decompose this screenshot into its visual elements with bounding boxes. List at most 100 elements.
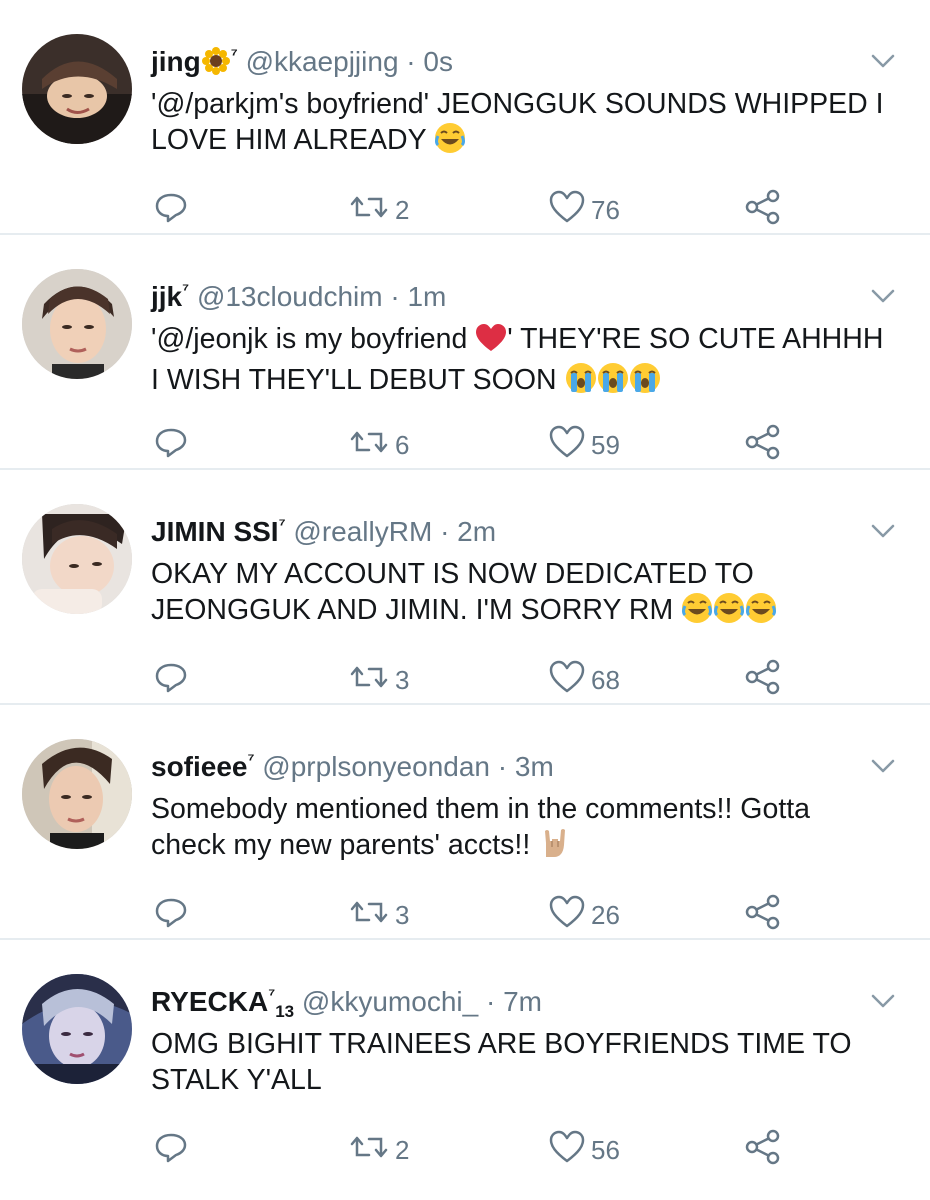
share-button[interactable] bbox=[743, 894, 783, 935]
tweet-header: sofieee⁷ @prplsonyeondan · 3m bbox=[151, 743, 850, 784]
like-count: 76 bbox=[591, 194, 620, 225]
tweet-header: jjk⁷ @13cloudchim · 1m bbox=[151, 273, 850, 314]
reply-icon bbox=[151, 187, 191, 234]
tweet[interactable]: RYECKA⁷13 @kkyumochi_ · 7m OMG BIGHIT TR… bbox=[0, 940, 930, 1190]
heart-icon bbox=[547, 187, 587, 234]
tweet-text: '@/parkjm's boyfriend' JEONGGUK SOUNDS W… bbox=[151, 86, 910, 163]
retweet-icon bbox=[347, 1127, 391, 1174]
display-name[interactable]: sofieee bbox=[151, 751, 248, 782]
retweet-icon bbox=[347, 422, 391, 469]
chevron-down-icon[interactable] bbox=[868, 986, 898, 1016]
tweet[interactable]: jjk⁷ @13cloudchim · 1m '@/jeonjk is my b… bbox=[0, 235, 930, 470]
retweet-button[interactable]: 6 bbox=[347, 425, 409, 465]
share-icon bbox=[743, 187, 783, 234]
tweet-feed: jing ⁷ @kkaepjjing · 0s '@/parkjm's boyfr… bbox=[0, 0, 930, 1190]
tweet-actions: 3 68 bbox=[151, 659, 791, 704]
reply-button[interactable] bbox=[151, 660, 195, 700]
tweet-text: Somebody mentioned them in the comments!… bbox=[151, 791, 910, 868]
tweet-text: '@/jeonjk is my boyfriend ' THEY'RE SO C… bbox=[151, 321, 910, 403]
joy-emoji-icon bbox=[713, 592, 745, 633]
share-button[interactable] bbox=[743, 424, 783, 465]
name-superscript: ⁷ bbox=[230, 45, 238, 64]
handle[interactable]: @kkyumochi_ bbox=[302, 986, 478, 1017]
share-button[interactable] bbox=[743, 189, 783, 230]
retweet-button[interactable]: 2 bbox=[347, 1130, 409, 1170]
sign-of-horns-emoji-icon bbox=[538, 827, 570, 868]
timestamp[interactable]: 2m bbox=[457, 516, 496, 547]
separator-dot: · bbox=[440, 516, 450, 547]
avatar[interactable] bbox=[22, 269, 132, 379]
tweet-text: OMG BIGHIT TRAINEES ARE BOYFRIENDS TIME … bbox=[151, 1026, 910, 1098]
loudly-crying-emoji-icon bbox=[597, 362, 629, 403]
name-subscript: 13 bbox=[275, 1002, 295, 1021]
share-button[interactable] bbox=[743, 659, 783, 700]
like-button[interactable]: 59 bbox=[547, 425, 620, 465]
timestamp[interactable]: 3m bbox=[515, 751, 554, 782]
tweet-text-line: Somebody mentioned them in the comments!… bbox=[151, 793, 811, 825]
like-button[interactable]: 56 bbox=[547, 1130, 620, 1170]
tweet-text-line: check my new parents' accts!! bbox=[151, 829, 531, 861]
sunflower-icon bbox=[201, 46, 231, 84]
avatar[interactable] bbox=[22, 739, 132, 849]
tweet-actions: 3 26 bbox=[151, 894, 791, 939]
display-name[interactable]: RYECKA bbox=[151, 986, 268, 1017]
name-superscript: ⁷ bbox=[247, 750, 255, 769]
retweet-button[interactable]: 3 bbox=[347, 895, 409, 935]
tweet[interactable]: jing ⁷ @kkaepjjing · 0s '@/parkjm's boyfr… bbox=[0, 0, 930, 235]
tweet-text-line: LOVE HIM ALREADY bbox=[151, 124, 427, 156]
chevron-down-icon[interactable] bbox=[868, 516, 898, 546]
avatar[interactable] bbox=[22, 974, 132, 1084]
like-button[interactable]: 26 bbox=[547, 895, 620, 935]
retweet-button[interactable]: 3 bbox=[347, 660, 409, 700]
heart-icon bbox=[547, 1127, 587, 1174]
display-name[interactable]: jing bbox=[151, 46, 201, 77]
retweet-icon bbox=[347, 187, 391, 234]
red-heart-icon bbox=[475, 323, 507, 362]
tweet[interactable]: JIMIN SSI⁷ @reallyRM · 2m OKAY MY ACCOUN… bbox=[0, 470, 930, 705]
joy-emoji-icon bbox=[434, 122, 466, 163]
handle[interactable]: @reallyRM bbox=[293, 516, 432, 547]
joy-emoji-icon bbox=[745, 592, 777, 633]
separator-dot: · bbox=[406, 46, 416, 77]
heart-icon bbox=[547, 657, 587, 704]
handle[interactable]: @13cloudchim bbox=[197, 281, 383, 312]
chevron-down-icon[interactable] bbox=[868, 46, 898, 76]
chevron-down-icon[interactable] bbox=[868, 751, 898, 781]
tweet-actions: 2 56 bbox=[151, 1129, 791, 1174]
reply-button[interactable] bbox=[151, 190, 195, 230]
reply-button[interactable] bbox=[151, 425, 195, 465]
tweet-header: jing ⁷ @kkaepjjing · 0s bbox=[151, 38, 850, 84]
reply-button[interactable] bbox=[151, 1130, 195, 1170]
like-button[interactable]: 76 bbox=[547, 190, 620, 230]
retweet-button[interactable]: 2 bbox=[347, 190, 409, 230]
display-name[interactable]: JIMIN SSI bbox=[151, 516, 279, 547]
retweet-count: 3 bbox=[395, 664, 410, 695]
tweet-actions: 6 59 bbox=[151, 424, 791, 469]
reply-button[interactable] bbox=[151, 895, 195, 935]
avatar[interactable] bbox=[22, 34, 132, 144]
joy-emoji-icon bbox=[681, 592, 713, 633]
chevron-down-icon[interactable] bbox=[868, 281, 898, 311]
retweet-count: 6 bbox=[395, 429, 410, 460]
like-count: 26 bbox=[591, 899, 620, 930]
tweet-text-line: JEONGGUK AND JIMIN. I'M SORRY RM bbox=[151, 594, 674, 626]
retweet-count: 2 bbox=[395, 1134, 410, 1165]
separator-dot: · bbox=[485, 986, 496, 1017]
reply-icon bbox=[151, 422, 191, 469]
tweet-text: OKAY MY ACCOUNT IS NOW DEDICATED TO JEON… bbox=[151, 556, 910, 633]
handle[interactable]: @prplsonyeondan bbox=[262, 751, 490, 782]
tweet-text-line: OKAY MY ACCOUNT IS NOW DEDICATED TO bbox=[151, 558, 754, 590]
avatar[interactable] bbox=[22, 504, 132, 614]
handle[interactable]: @kkaepjjing bbox=[246, 46, 399, 77]
timestamp[interactable]: 7m bbox=[503, 986, 542, 1017]
tweet-text-line: I WISH THEY'LL DEBUT SOON bbox=[151, 364, 557, 396]
heart-icon bbox=[547, 892, 587, 939]
tweet-text-line: '@/jeonjk is my boyfriend bbox=[151, 323, 468, 355]
timestamp[interactable]: 1m bbox=[407, 281, 446, 312]
timestamp[interactable]: 0s bbox=[423, 46, 453, 77]
display-name[interactable]: jjk bbox=[151, 281, 182, 312]
like-count: 56 bbox=[591, 1134, 620, 1165]
tweet[interactable]: sofieee⁷ @prplsonyeondan · 3m Somebody m… bbox=[0, 705, 930, 940]
like-button[interactable]: 68 bbox=[547, 660, 620, 700]
share-button[interactable] bbox=[743, 1129, 783, 1170]
